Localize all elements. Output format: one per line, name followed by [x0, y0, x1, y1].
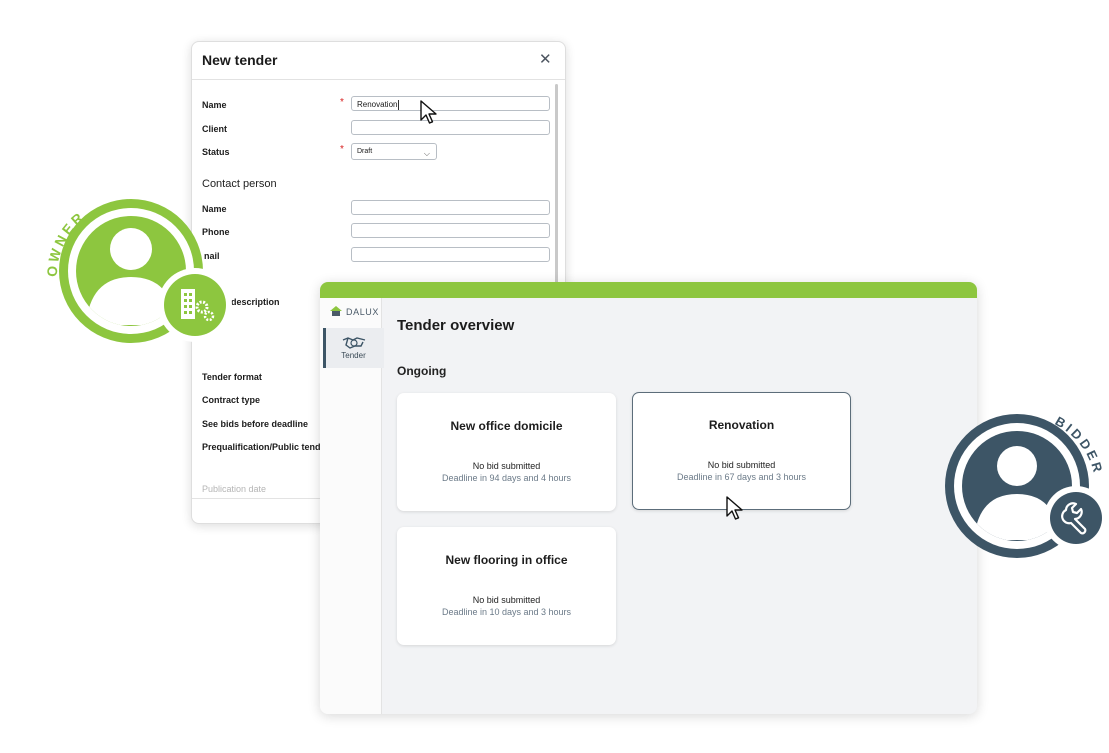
- tender-card-name: New flooring in office: [445, 553, 568, 567]
- app-top-bar: [320, 282, 977, 298]
- contact-email-input[interactable]: [351, 247, 550, 262]
- tender-format-label: Tender format: [202, 372, 262, 382]
- status-select-value: Draft: [357, 148, 373, 155]
- name-label: Name: [202, 100, 227, 110]
- tender-card-selected[interactable]: Renovation No bid submitted Deadline in …: [632, 392, 851, 510]
- tender-card[interactable]: New flooring in office No bid submitted …: [397, 527, 616, 645]
- dalux-logo-icon: [330, 306, 342, 316]
- handshake-icon: [342, 337, 366, 349]
- tender-card-status: No bid submitted: [707, 460, 776, 470]
- tender-card-status: No bid submitted: [472, 461, 541, 471]
- prequalification-label: Prequalification/Public tende: [202, 442, 326, 452]
- close-icon[interactable]: ✕: [539, 52, 552, 68]
- client-input[interactable]: [351, 120, 550, 135]
- contract-type-label: Contract type: [202, 395, 261, 405]
- tender-card-name: New office domicile: [450, 419, 563, 433]
- owner-badge: OWNER: [30, 185, 240, 355]
- tender-card-name: Renovation: [708, 418, 775, 432]
- status-select[interactable]: Draft ⌵: [351, 143, 437, 160]
- mouse-cursor-icon: [726, 496, 743, 520]
- status-label: Status: [202, 147, 230, 157]
- tender-card[interactable]: New office domicile No bid submitted Dea…: [397, 393, 616, 511]
- dalux-app-window: DALUX Tender Tender overview Ongoing New…: [320, 282, 977, 714]
- see-bids-label: See bids before deadline: [202, 419, 309, 429]
- bidder-badge: BIDDER: [940, 410, 1109, 565]
- required-mark: *: [340, 144, 344, 155]
- publication-date-label: Publication date: [202, 484, 267, 494]
- client-label: Client: [202, 124, 228, 134]
- required-mark: *: [340, 97, 344, 108]
- mouse-cursor-icon: [420, 100, 437, 124]
- tender-card-deadline: Deadline in 94 days and 4 hours: [441, 473, 572, 483]
- dialog-title: New tender: [202, 52, 278, 68]
- contact-name-input[interactable]: [351, 200, 550, 215]
- contact-phone-input[interactable]: [351, 223, 550, 238]
- sidebar-item-label: Tender: [341, 351, 366, 360]
- page-title: Tender overview: [397, 317, 515, 334]
- chevron-down-icon: ⌵: [423, 149, 430, 158]
- name-input-value: Renovation: [357, 100, 398, 109]
- dalux-logo-text: DALUX: [346, 307, 380, 317]
- tender-card-deadline: Deadline in 10 days and 3 hours: [441, 607, 572, 617]
- dialog-divider: [192, 79, 565, 80]
- tender-card-status: No bid submitted: [472, 595, 541, 605]
- section-title: Ongoing: [397, 364, 447, 378]
- tender-card-deadline: Deadline in 67 days and 3 hours: [676, 472, 807, 482]
- name-input[interactable]: Renovation: [351, 96, 550, 111]
- sidebar-item-tender[interactable]: Tender: [323, 328, 384, 368]
- sidebar: DALUX Tender: [320, 298, 384, 714]
